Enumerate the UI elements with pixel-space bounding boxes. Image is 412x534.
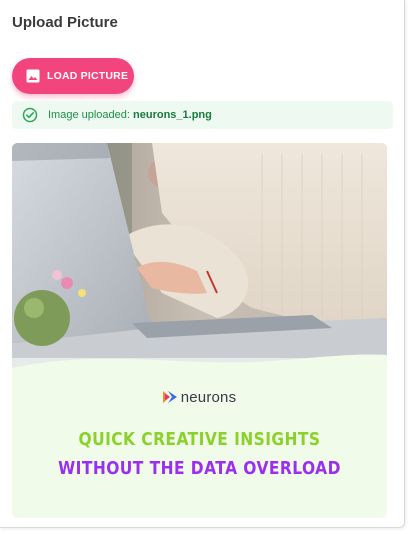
panel-title: Upload Picture (12, 14, 118, 31)
headline-line-1: QUICK CREATIVE INSIGHTS (78, 429, 321, 450)
neurons-logo-icon (162, 391, 177, 403)
headline-line-2: WITHOUT THE DATA OVERLOAD (58, 458, 341, 479)
upload-status-text: Image uploaded: neurons_1.png (48, 109, 212, 121)
check-circle-icon (22, 107, 38, 123)
brand-name: neurons (180, 388, 237, 406)
image-preview: neurons QUICK CREATIVE INSIGHTS WITHOUT … (12, 143, 387, 518)
uploaded-filename: neurons_1.png (133, 109, 212, 121)
image-icon (26, 69, 40, 83)
upload-status-prefix: Image uploaded: (48, 109, 134, 121)
upload-picture-panel: Upload Picture LOAD PICTURE Image upload… (0, 0, 405, 528)
brand-row: neurons (12, 386, 387, 408)
load-picture-button[interactable]: LOAD PICTURE (12, 58, 134, 94)
load-picture-label: LOAD PICTURE (47, 70, 129, 82)
preview-photo (12, 143, 387, 383)
upload-status-banner: Image uploaded: neurons_1.png (12, 101, 393, 129)
